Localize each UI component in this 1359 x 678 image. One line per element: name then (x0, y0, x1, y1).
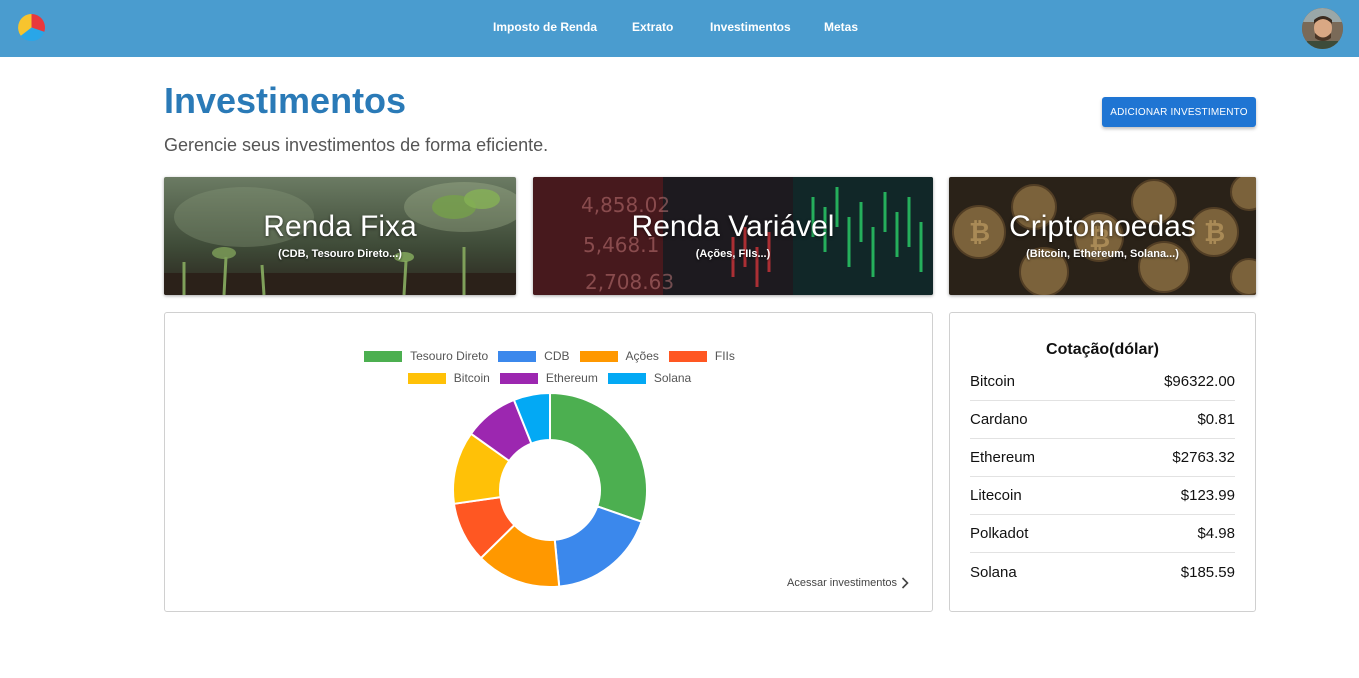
coin-name: Bitcoin (970, 373, 1016, 390)
legend-item[interactable]: CDB (498, 349, 570, 363)
crypto-quotes-panel: Cotação(dólar) Bitcoin $96322.00 Cardano… (949, 312, 1256, 612)
coin-name: Solana (970, 563, 1017, 581)
legend-item[interactable]: Ethereum (499, 371, 598, 385)
legend-swatch (499, 372, 538, 384)
legend-row: Tesouro Direto CDB Ações FIIs (165, 345, 934, 367)
legend-label: Ações (625, 349, 659, 363)
nav-item-extrato[interactable]: Extrato (632, 20, 673, 34)
quotes-title: Cotação(dólar) (1046, 341, 1159, 358)
donut-slice-tesouro-direto[interactable] (549, 392, 648, 523)
coin-name: Polkadot (970, 525, 1029, 542)
legend-swatch (498, 350, 537, 362)
legend-swatch (364, 350, 403, 362)
page-title: Investimentos (164, 80, 407, 121)
coin-price: $0.81 (1197, 411, 1235, 428)
coin-price: $2763.32 (1172, 449, 1235, 466)
legend-label: Ethereum (545, 371, 598, 385)
legend-swatch (579, 350, 618, 362)
quote-row: Litecoin $123.99 (970, 477, 1235, 515)
quote-row: Cardano $0.81 (970, 401, 1235, 439)
category-card-renda-fixa[interactable]: Renda Fixa (CDB, Tesouro Direto...) (164, 177, 516, 295)
quotes-list: Bitcoin $96322.00 Cardano $0.81 Ethereum… (970, 363, 1235, 591)
category-title: Renda Fixa (263, 210, 417, 243)
top-navbar: Imposto de Renda Extrato Investimentos M… (0, 0, 1359, 57)
coin-price: $4.98 (1197, 525, 1235, 542)
nav-item-imposto-de-renda[interactable]: Imposto de Renda (493, 20, 597, 34)
investments-chart-panel: Tesouro Direto CDB Ações FIIs Bitcoin Ethere… (164, 312, 933, 612)
access-investments-link[interactable]: Acessar investimentos (787, 577, 909, 589)
legend-item[interactable]: Ações (579, 349, 659, 363)
category-title: Renda Variável (631, 210, 835, 243)
legend-item[interactable]: FIIs (668, 349, 735, 363)
legend-swatch (607, 372, 646, 384)
category-subtitle: (CDB, Tesouro Direto...) (278, 248, 402, 260)
legend-item[interactable]: Tesouro Direto (364, 349, 488, 363)
legend-label: Bitcoin (453, 371, 490, 385)
legend-swatch (407, 372, 446, 384)
legend-label: Solana (653, 371, 692, 385)
coin-name: Cardano (970, 411, 1028, 428)
page-subtitle: Gerencie seus investimentos de forma efi… (164, 135, 549, 155)
legend-row: Bitcoin Ethereum Solana (165, 367, 934, 389)
investments-doughnut-chart[interactable] (452, 392, 648, 588)
legend-label: FIIs (714, 349, 735, 363)
category-card-renda-variavel[interactable]: 4,858.02 5,468.1 2,708.63 Renda Variável… (533, 177, 933, 295)
svg-text:2,708.63: 2,708.63 (585, 270, 674, 294)
quote-row: Bitcoin $96322.00 (970, 363, 1235, 401)
chart-legend: Tesouro Direto CDB Ações FIIs Bitcoin Ethere… (165, 345, 934, 389)
category-card-criptomoedas[interactable]: ₿ ₿ ₿ Criptomoedas (Bitcoin, Ethereum, Sol… (949, 177, 1256, 295)
coin-name: Litecoin (970, 487, 1022, 504)
chevron-right-icon (901, 577, 909, 589)
category-title: Criptomoedas (1009, 210, 1196, 243)
app-logo-icon[interactable] (17, 13, 46, 42)
add-investment-button[interactable]: ADICIONAR INVESTIMENTO (1102, 97, 1256, 127)
legend-swatch (668, 350, 707, 362)
user-avatar[interactable] (1302, 8, 1343, 49)
legend-label: Tesouro Direto (410, 349, 489, 363)
quote-row: Solana $185.59 (970, 553, 1235, 591)
coin-price: $123.99 (1180, 487, 1235, 504)
category-subtitle: (Ações, FIIs...) (695, 248, 771, 260)
coin-price: $185.59 (1180, 563, 1235, 581)
legend-label: CDB (544, 349, 570, 363)
access-investments-label: Acessar investimentos (787, 577, 898, 589)
category-subtitle: (Bitcoin, Ethereum, Solana...) (1026, 248, 1179, 260)
coin-price: $96322.00 (1164, 373, 1235, 390)
legend-item[interactable]: Bitcoin (407, 371, 490, 385)
quote-row: Polkadot $4.98 (970, 515, 1235, 553)
coin-name: Ethereum (970, 449, 1036, 466)
legend-item[interactable]: Solana (607, 371, 692, 385)
main-nav: Imposto de Renda Extrato Investimentos M… (0, 0, 1359, 57)
quote-row: Ethereum $2763.32 (970, 439, 1235, 477)
donut-slice-cdb[interactable] (553, 505, 643, 588)
nav-item-metas[interactable]: Metas (824, 20, 858, 34)
nav-item-investimentos[interactable]: Investimentos (710, 20, 791, 34)
